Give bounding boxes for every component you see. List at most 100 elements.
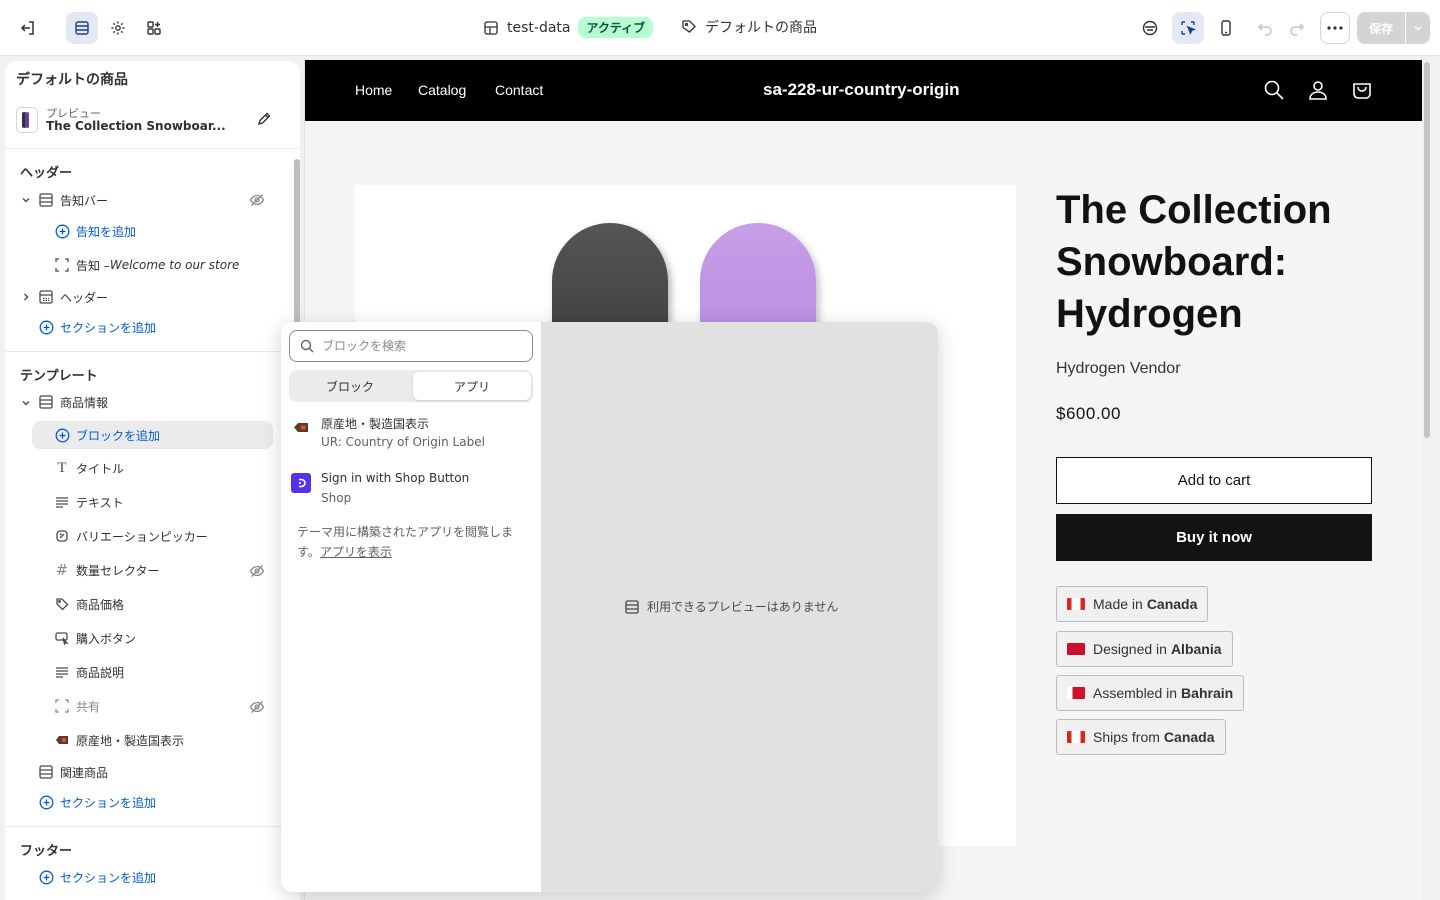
top-bar: test-data アクティブ デフォルトの商品 保存 [0, 0, 1440, 56]
app-block-country-origin[interactable]: 原産地・製造国表示 UR: Country of Origin Label [291, 415, 531, 455]
block-label: 購入ボタン [76, 631, 137, 646]
app-vendor: UR: Country of Origin Label [321, 435, 485, 449]
block-share[interactable]: 共有 [54, 694, 100, 718]
tab-apps[interactable]: アプリ [413, 372, 531, 400]
divider [5, 826, 300, 827]
block-picker-list: ブロック アプリ 原産地・製造国表示 UR: Country of Origin… [281, 322, 541, 892]
preview-product-selector[interactable]: プレビュー The Collection Snowboar... [16, 101, 276, 139]
block-search-input[interactable] [322, 339, 522, 353]
albania-flag-icon [1067, 643, 1085, 655]
cart-icon[interactable] [1351, 79, 1373, 105]
app-embeds-button[interactable] [138, 12, 170, 44]
inspector-button[interactable] [1134, 12, 1166, 44]
block-icon [54, 257, 70, 273]
nav-link-home[interactable]: Home [355, 82, 392, 98]
product-price: $600.00 [1056, 404, 1121, 423]
section-announcement-bar[interactable]: 告知バー [38, 188, 108, 212]
template-selector[interactable]: デフォルトの商品 [681, 17, 817, 37]
add-announcement-button[interactable]: 告知を追加 [54, 219, 136, 243]
cursor-select-icon [1181, 21, 1196, 35]
theme-icon [484, 20, 498, 35]
hidden-eye-icon[interactable] [249, 192, 265, 212]
undo-icon [1258, 23, 1272, 36]
block-search-field[interactable] [289, 330, 533, 362]
hidden-eye-icon[interactable] [249, 563, 265, 583]
add-block-button[interactable]: ブロックを追加 [54, 423, 160, 447]
add-to-cart-button[interactable]: Add to cart [1056, 457, 1372, 504]
block-buy-buttons[interactable]: 購入ボタン [54, 626, 136, 650]
nav-link-contact[interactable]: Contact [495, 82, 543, 98]
edit-preview-button[interactable] [256, 111, 272, 131]
sections-sidebar: デフォルトの商品 プレビュー The Collection Snowboar..… [5, 61, 300, 900]
block-label: 数量セレクター [76, 563, 160, 578]
plus-circle-icon [38, 794, 54, 810]
save-button[interactable]: 保存 [1357, 12, 1405, 44]
section-header[interactable]: ヘッダー [38, 285, 108, 309]
block-description[interactable]: 商品説明 [54, 660, 124, 684]
section-related-products[interactable]: 関連商品 [38, 760, 108, 784]
tag-icon [291, 417, 311, 437]
add-section-header-button[interactable]: セクションを追加 [38, 315, 156, 339]
more-actions-button[interactable] [1320, 12, 1350, 44]
product-thumbnail [16, 107, 38, 133]
block-label: テキスト [76, 495, 124, 510]
undo-button[interactable] [1249, 12, 1281, 44]
account-icon[interactable] [1307, 79, 1329, 105]
preview-scrollbar[interactable] [1424, 62, 1430, 438]
nav-link-catalog[interactable]: Catalog [418, 82, 466, 98]
block-country-of-origin[interactable]: 原産地・製造国表示 [54, 728, 184, 752]
block-label: 原産地・製造国表示 [76, 733, 185, 748]
app-tag-icon [54, 732, 70, 748]
price-tag-icon [54, 596, 70, 612]
sections-icon [75, 21, 89, 35]
theme-selector[interactable]: test-data アクティブ [483, 17, 654, 38]
device-preview-button[interactable] [1210, 12, 1242, 44]
chevron-down-icon[interactable] [20, 194, 32, 206]
add-section-footer-button[interactable]: セクションを追加 [38, 865, 156, 889]
origin-country: Bahrain [1181, 685, 1234, 701]
view-apps-link[interactable]: アプリを表示 [320, 545, 392, 559]
no-preview-message: 利用できるプレビューはありません [625, 598, 838, 615]
block-preview-pane: 利用できるプレビューはありません [541, 322, 938, 892]
redo-button[interactable] [1281, 12, 1313, 44]
store-logo-text[interactable]: sa-228-ur-country-origin [763, 80, 959, 100]
page-title: デフォルトの商品 [16, 72, 128, 88]
origin-prefix: Ships from [1093, 729, 1160, 745]
origin-label-made: Made in Canada [1056, 586, 1209, 622]
exit-button[interactable] [12, 12, 44, 44]
save-options-button[interactable] [1406, 12, 1430, 44]
section-product-info[interactable]: 商品情報 [38, 390, 108, 414]
block-variant-picker[interactable]: バリエーションピッカー [54, 524, 208, 548]
chevron-right-icon[interactable] [20, 291, 32, 303]
preview-product-name: The Collection Snowboar... [46, 119, 226, 133]
product-title: The Collection Snowboard: Hydrogen [1056, 188, 1332, 336]
select-element-button[interactable] [1172, 12, 1204, 44]
divider [5, 351, 300, 352]
app-block-shop-sign-in[interactable]: Sign in with Shop Button Shop [291, 471, 531, 511]
block-label: 商品価格 [76, 597, 125, 612]
add-section-template-button[interactable]: セクションを追加 [38, 790, 156, 814]
search-icon[interactable] [1263, 79, 1285, 105]
theme-settings-button[interactable] [102, 12, 134, 44]
sections-button[interactable] [66, 12, 98, 44]
block-text[interactable]: テキスト [54, 490, 124, 514]
header-section-icon [38, 289, 54, 305]
hidden-eye-icon[interactable] [249, 699, 265, 719]
buy-now-button[interactable]: Buy it now [1056, 514, 1372, 561]
block-price[interactable]: 商品価格 [54, 592, 124, 616]
tab-blocks[interactable]: ブロック [291, 372, 409, 400]
block-title[interactable]: T タイトル [54, 456, 124, 480]
section-label: 関連商品 [60, 765, 109, 780]
canada-flag-icon [1067, 598, 1085, 610]
plus-circle-icon [54, 223, 70, 239]
block-quantity-selector[interactable]: # 数量セレクター [54, 558, 160, 582]
origin-label-designed: Designed in Albania [1056, 631, 1233, 667]
gear-icon [111, 21, 125, 35]
plus-circle-icon [54, 427, 70, 443]
block-announcement[interactable]: 告知 – Welcome to our store [54, 253, 239, 277]
more-icon [1327, 26, 1343, 30]
chevron-down-icon[interactable] [20, 397, 32, 409]
origin-country: Albania [1170, 641, 1222, 657]
app-block-name: Sign in with Shop Button [321, 471, 470, 485]
bahrain-flag-icon [1067, 687, 1085, 699]
